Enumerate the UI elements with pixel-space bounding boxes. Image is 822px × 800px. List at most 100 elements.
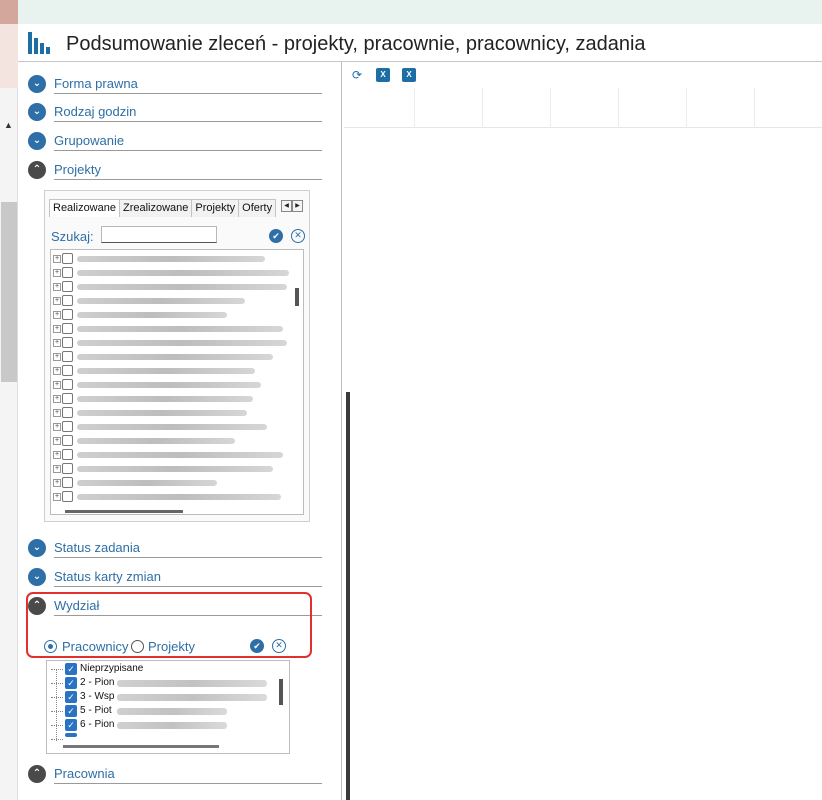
tree-checkbox[interactable] <box>62 267 73 278</box>
tab-scroll-right-icon[interactable]: ▶ <box>292 200 303 212</box>
expand-plus-icon[interactable]: + <box>53 255 61 263</box>
section-pracownia[interactable]: ⌃ Pracownia <box>28 762 322 786</box>
radio-projekty[interactable] <box>131 640 144 653</box>
refresh-icon[interactable]: ⟳ <box>350 68 364 82</box>
tree-checkbox[interactable] <box>62 393 73 404</box>
expand-plus-icon[interactable]: + <box>53 437 61 445</box>
expand-plus-icon[interactable]: + <box>53 409 61 417</box>
panel-vertical-scrollbar[interactable] <box>346 392 350 800</box>
tree-checkbox[interactable] <box>62 435 73 446</box>
check-circle-icon[interactable]: ✔ <box>250 639 264 653</box>
expand-plus-icon[interactable]: + <box>53 367 61 375</box>
excel-export-icon[interactable]: X <box>402 68 416 82</box>
section-status-karty-zmian[interactable]: ⌄ Status karty zmian <box>28 565 322 589</box>
checked-box-icon[interactable]: ✓ <box>65 691 77 703</box>
section-divider <box>54 557 322 558</box>
tree-checkbox[interactable] <box>62 351 73 362</box>
expand-plus-icon[interactable]: + <box>53 283 61 291</box>
section-label[interactable]: Status zadania <box>54 540 140 555</box>
radio-pracownicy-label[interactable]: Pracownicy <box>62 639 128 654</box>
clear-circle-icon[interactable]: ✕ <box>272 639 286 653</box>
tree-checkbox[interactable] <box>62 379 73 390</box>
tree-checkbox[interactable] <box>62 295 73 306</box>
redacted-text <box>77 256 265 262</box>
section-label[interactable]: Projekty <box>54 162 101 177</box>
tab-scroll-left-icon[interactable]: ◀ <box>281 200 292 212</box>
chevron-up-icon[interactable]: ⌃ <box>28 765 46 783</box>
tree-checkbox[interactable] <box>62 421 73 432</box>
redacted-text <box>77 312 227 318</box>
checked-box-icon[interactable]: ✓ <box>65 719 77 731</box>
radio-projekty-label[interactable]: Projekty <box>148 639 195 654</box>
expand-plus-icon[interactable]: + <box>53 339 61 347</box>
tree-checkbox[interactable] <box>62 463 73 474</box>
section-divider <box>54 121 322 122</box>
radio-pracownicy[interactable] <box>44 640 57 653</box>
outer-scroll-thumb[interactable] <box>1 202 17 382</box>
tree-checkbox[interactable] <box>62 323 73 334</box>
expand-plus-icon[interactable]: + <box>53 395 61 403</box>
search-input[interactable] <box>101 226 217 243</box>
section-status-zadania[interactable]: ⌄ Status zadania <box>28 536 322 560</box>
checked-box-icon[interactable]: ✓ <box>65 677 77 689</box>
expand-plus-icon[interactable]: + <box>53 381 61 389</box>
tree-checkbox[interactable] <box>62 253 73 264</box>
tree-checkbox[interactable] <box>62 365 73 376</box>
tree-checkbox[interactable] <box>62 309 73 320</box>
expand-plus-icon[interactable]: + <box>53 325 61 333</box>
section-label[interactable]: Grupowanie <box>54 133 124 148</box>
chevron-down-icon[interactable]: ⌄ <box>28 75 46 93</box>
tree-checkbox[interactable] <box>62 491 73 502</box>
section-label[interactable]: Status karty zmian <box>54 569 161 584</box>
checked-box-icon[interactable]: ✓ <box>65 663 77 675</box>
checked-box-icon[interactable] <box>65 733 77 737</box>
section-rodzaj-godzin[interactable]: ⌄ Rodzaj godzin <box>28 100 322 124</box>
list-vertical-scrollbar[interactable] <box>279 679 283 705</box>
tree-horizontal-scrollbar[interactable] <box>65 510 183 513</box>
tree-checkbox[interactable] <box>62 337 73 348</box>
tree-checkbox[interactable] <box>62 407 73 418</box>
chevron-down-icon[interactable]: ⌄ <box>28 103 46 121</box>
tab-realizowane[interactable]: Realizowane <box>49 199 120 217</box>
expand-plus-icon[interactable]: + <box>53 297 61 305</box>
tree-checkbox[interactable] <box>62 281 73 292</box>
scroll-up-arrow-icon[interactable]: ▲ <box>4 120 13 130</box>
expand-plus-icon[interactable]: + <box>53 353 61 361</box>
expand-plus-icon[interactable]: + <box>53 423 61 431</box>
redacted-text <box>77 480 217 486</box>
section-grupowanie[interactable]: ⌄ Grupowanie <box>28 129 322 153</box>
tree-vertical-scrollbar[interactable] <box>295 288 299 306</box>
excel-icon[interactable]: X <box>376 68 390 82</box>
checked-box-icon[interactable]: ✓ <box>65 705 77 717</box>
check-circle-icon[interactable]: ✔ <box>269 229 283 243</box>
tab-zrealizowane[interactable]: Zrealizowane <box>118 199 193 217</box>
section-label[interactable]: Pracownia <box>54 766 115 781</box>
redacted-text <box>77 298 245 304</box>
expand-plus-icon[interactable]: + <box>53 451 61 459</box>
bar-chart-logo-icon <box>28 32 50 54</box>
tree-checkbox[interactable] <box>62 477 73 488</box>
section-forma-prawna[interactable]: ⌄ Forma prawna <box>28 72 322 96</box>
list-horizontal-scrollbar[interactable] <box>63 745 219 748</box>
expand-plus-icon[interactable]: + <box>53 465 61 473</box>
expand-plus-icon[interactable]: + <box>53 479 61 487</box>
results-toolbar: ⟳ X X <box>350 68 416 82</box>
tab-projekty[interactable]: Projekty <box>191 199 240 217</box>
chevron-down-icon[interactable]: ⌄ <box>28 568 46 586</box>
section-divider <box>54 150 322 151</box>
redacted-text <box>117 722 227 729</box>
expand-plus-icon[interactable]: + <box>53 269 61 277</box>
expand-plus-icon[interactable]: + <box>53 311 61 319</box>
section-label[interactable]: Rodzaj godzin <box>54 104 136 119</box>
expand-plus-icon[interactable]: + <box>53 493 61 501</box>
redacted-text <box>117 708 227 715</box>
tab-oferty[interactable]: Oferty <box>238 199 277 217</box>
chevron-down-icon[interactable]: ⌄ <box>28 132 46 150</box>
chevron-down-icon[interactable]: ⌄ <box>28 539 46 557</box>
section-label[interactable]: Forma prawna <box>54 76 138 91</box>
section-projekty[interactable]: ⌃ Projekty <box>28 158 322 182</box>
projekty-tabs: Realizowane Zrealizowane Projekty Oferty <box>49 199 277 217</box>
clear-circle-icon[interactable]: ✕ <box>291 229 305 243</box>
tree-checkbox[interactable] <box>62 449 73 460</box>
chevron-up-icon[interactable]: ⌃ <box>28 161 46 179</box>
